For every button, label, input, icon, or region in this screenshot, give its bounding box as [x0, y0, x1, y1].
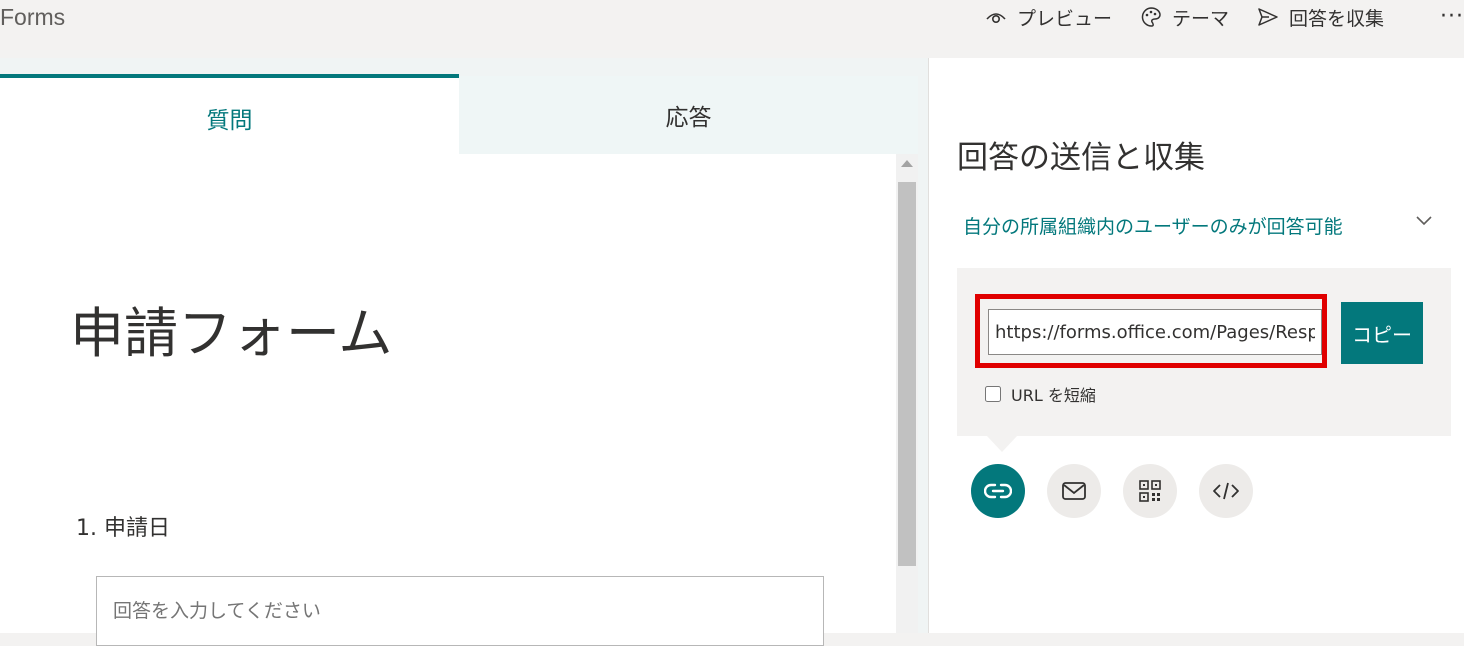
chevron-down-icon — [1416, 216, 1432, 226]
copy-button[interactable]: コピー — [1341, 302, 1423, 364]
scrollbar[interactable] — [896, 154, 918, 633]
share-embed-button[interactable] — [1199, 464, 1253, 518]
scroll-up-icon[interactable] — [901, 160, 913, 167]
tab-responses[interactable]: 応答 — [459, 76, 918, 154]
share-qr-button[interactable] — [1123, 464, 1177, 518]
tab-questions-label: 質問 — [206, 108, 253, 134]
preview-button[interactable]: プレビュー — [985, 4, 1112, 31]
answer-input[interactable] — [96, 576, 824, 646]
question-label[interactable]: 1. 申請日 — [76, 510, 170, 542]
theme-button[interactable]: テーマ — [1140, 4, 1229, 31]
share-url-field[interactable] — [988, 309, 1322, 355]
qr-code-icon — [1139, 480, 1161, 502]
shorten-url-option[interactable]: URL を短縮 — [985, 382, 1096, 406]
share-panel: 回答の送信と収集 自分の所属組織内のユーザーのみが回答可能 コピー URL を短… — [928, 58, 1464, 633]
share-panel-title: 回答の送信と収集 — [957, 140, 1205, 176]
link-share-box: コピー URL を短縮 — [957, 268, 1451, 436]
send-icon — [1258, 8, 1278, 26]
shorten-url-checkbox[interactable] — [985, 386, 1001, 402]
permission-dropdown[interactable]: 自分の所属組織内のユーザーのみが回答可能 — [963, 210, 1433, 240]
scroll-thumb[interactable] — [898, 182, 916, 566]
collect-responses-label: 回答を収集 — [1289, 7, 1385, 30]
more-options-icon[interactable]: ··· — [1440, 4, 1464, 29]
form-editor: 質問 応答 申請フォーム 1. 申請日 — [0, 58, 928, 646]
palette-icon — [1141, 7, 1161, 27]
top-actions: プレビュー テーマ 回答を収集 — [985, 4, 1412, 30]
share-email-button[interactable] — [1047, 464, 1101, 518]
form-title[interactable]: 申請フォーム — [70, 289, 392, 368]
collect-responses-button[interactable]: 回答を収集 — [1257, 4, 1384, 31]
link-icon — [984, 483, 1012, 499]
eye-icon — [986, 13, 1006, 24]
share-methods — [971, 464, 1275, 518]
app-title: Forms — [0, 4, 66, 30]
form-canvas: 申請フォーム 1. 申請日 — [0, 154, 918, 646]
tab-questions[interactable]: 質問 — [0, 74, 459, 158]
url-highlight-box — [975, 294, 1327, 368]
preview-label: プレビュー — [1017, 7, 1113, 30]
mail-icon — [1062, 482, 1086, 500]
top-bar: Forms プレビュー テーマ 回答を収集 ··· — [0, 0, 1464, 58]
permission-label: 自分の所属組織内のユーザーのみが回答可能 — [963, 215, 1343, 238]
theme-label: テーマ — [1172, 7, 1230, 30]
share-link-button[interactable] — [971, 464, 1025, 518]
embed-code-icon — [1213, 482, 1239, 500]
tab-responses-label: 応答 — [665, 105, 712, 131]
shorten-url-label: URL を短縮 — [1011, 386, 1096, 405]
selected-method-pointer — [987, 436, 1017, 452]
